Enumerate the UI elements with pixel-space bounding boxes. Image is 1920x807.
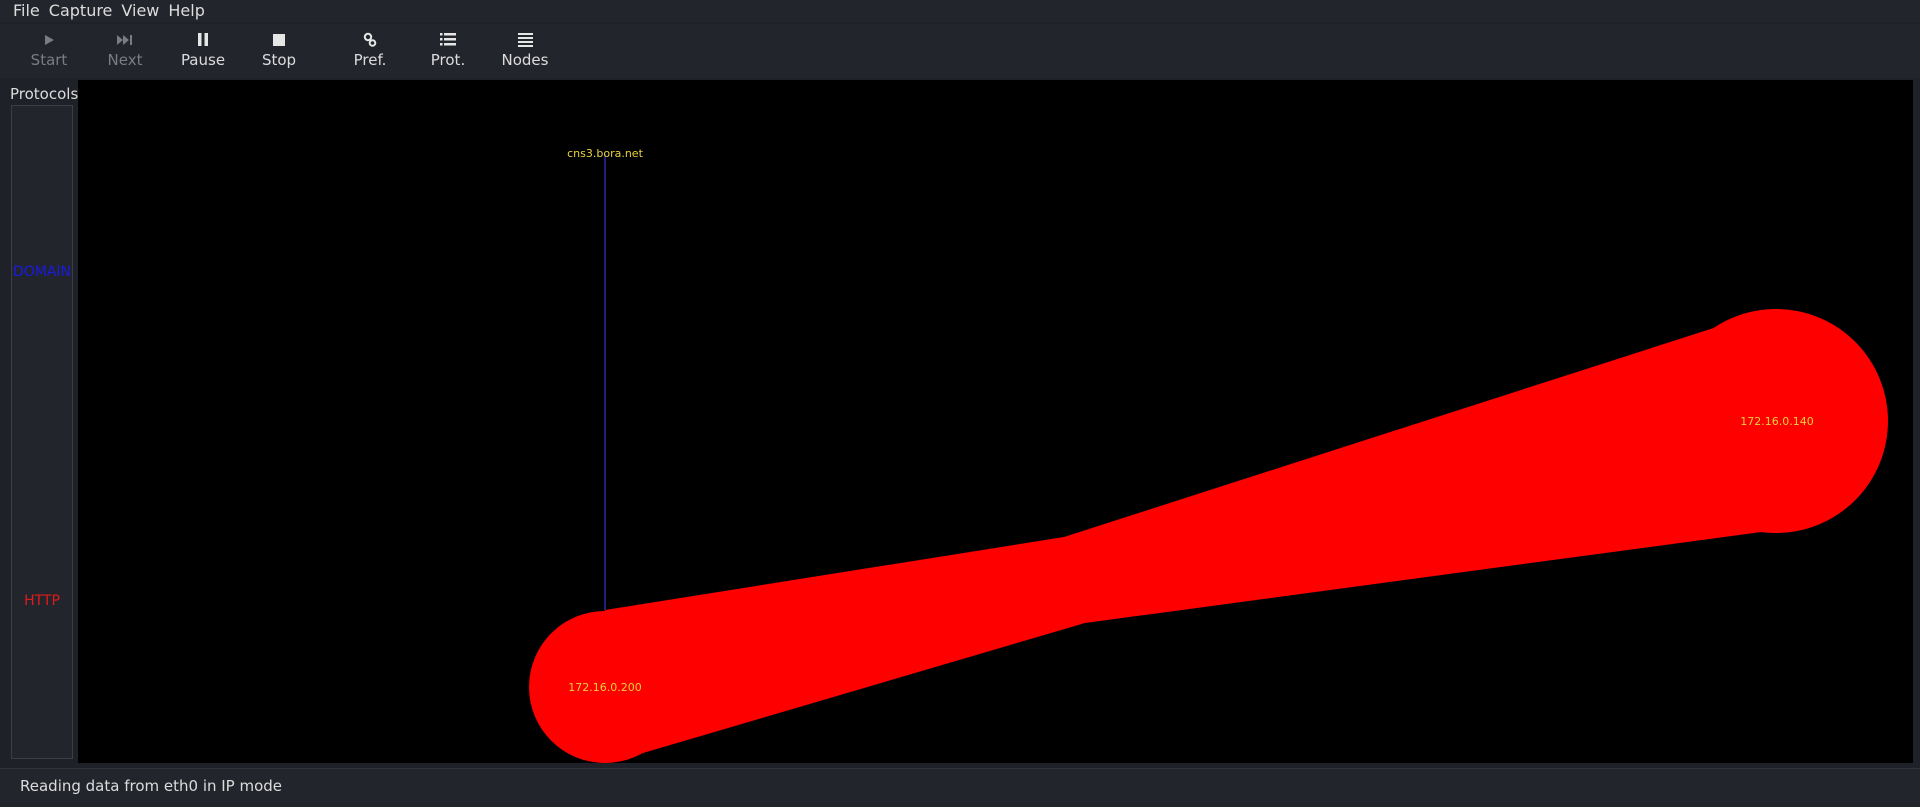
stop-button-label: Stop <box>261 51 297 69</box>
gears-icon <box>335 30 405 50</box>
protocol-http[interactable]: HTTP <box>12 593 72 609</box>
preferences-button-label: Pref. <box>353 51 387 69</box>
network-graph: cns3.bora.net 172.16.0.140 172.16.0.200 <box>529 147 1888 763</box>
nodes-button[interactable]: Nodes <box>490 30 560 76</box>
etherape-window: File Capture View Help Start Next Pause <box>0 0 1920 807</box>
node-label-172-16-0-200: 172.16.0.200 <box>568 681 641 694</box>
pause-button-label: Pause <box>180 51 226 69</box>
pause-icon <box>168 30 238 50</box>
nodes-button-label: Nodes <box>501 51 549 69</box>
next-button-label: Next <box>107 51 143 69</box>
menu-file[interactable]: File <box>0 0 49 22</box>
http-link <box>605 325 1776 753</box>
stop-icon <box>244 30 314 50</box>
protocols-button-label: Prot. <box>430 51 466 69</box>
status-text: Reading data from eth0 in IP mode <box>20 777 283 795</box>
node-label-172-16-0-140: 172.16.0.140 <box>1740 415 1813 428</box>
network-graph-canvas[interactable]: cns3.bora.net 172.16.0.140 172.16.0.200 <box>78 80 1913 763</box>
next-button[interactable]: Next <box>90 30 160 76</box>
menu-help[interactable]: Help <box>168 0 213 22</box>
menu-bar: File Capture View Help <box>0 0 1920 22</box>
protocols-button[interactable]: Prot. <box>413 30 483 76</box>
protocols-panel: Protocols DOMAIN HTTP <box>8 83 78 759</box>
skip-forward-icon <box>90 30 160 50</box>
play-icon <box>14 30 84 50</box>
protocol-domain[interactable]: DOMAIN <box>12 264 72 280</box>
node-label-cns3: cns3.bora.net <box>567 147 643 160</box>
toolbar: Start Next Pause Stop Pref. Prot. Nodes <box>0 24 1920 78</box>
menu-capture[interactable]: Capture <box>49 0 122 22</box>
list-icon <box>413 30 483 50</box>
start-button-label: Start <box>30 51 68 69</box>
menu-lines-icon <box>490 30 560 50</box>
start-button[interactable]: Start <box>14 30 84 76</box>
preferences-button[interactable]: Pref. <box>335 30 405 76</box>
stop-button[interactable]: Stop <box>244 30 314 76</box>
protocols-list[interactable]: DOMAIN HTTP <box>11 105 73 759</box>
menu-view[interactable]: View <box>121 0 168 22</box>
protocols-title: Protocols <box>10 85 79 103</box>
pause-button[interactable]: Pause <box>168 30 238 76</box>
status-bar: Reading data from eth0 in IP mode <box>0 768 1920 807</box>
